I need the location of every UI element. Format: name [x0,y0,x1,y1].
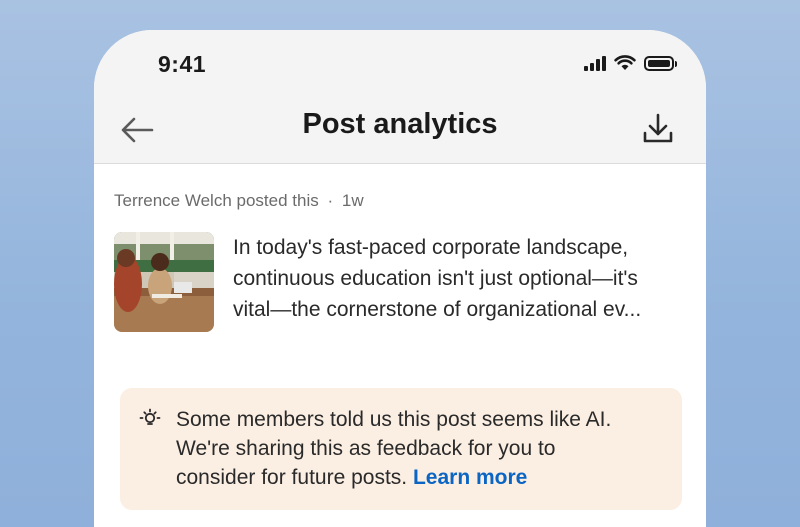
post-thumbnail[interactable] [114,232,214,332]
post-age: 1w [341,191,364,210]
notice-line-with-link: consider for future posts. Learn more [176,463,666,492]
author-line: Terrence Welch posted this [114,191,319,210]
notice-line: consider for future posts. [176,466,408,489]
status-icons [584,55,677,71]
notice-line: Some members told us this post seems lik… [176,408,612,431]
wifi-icon [614,55,636,70]
nav-bar: Post analytics [94,100,706,164]
post-text-line: In today's fast-paced corporate landscap… [233,236,629,259]
notice-line: We're sharing this as feedback for you t… [176,437,556,460]
status-bar: 9:41 [94,30,706,100]
post-text-line: continuous education isn't just optional… [233,267,638,290]
office-meeting-photo [114,232,214,332]
post-attribution: Terrence Welch posted this · 1w [114,191,364,211]
lightbulb-icon [139,408,161,425]
post-preview-text[interactable]: In today's fast-paced corporate landscap… [233,232,693,325]
post-analytics-content: Terrence Welch posted this · 1w In today… [94,164,706,527]
notice-message: Some members told us this post seems lik… [176,405,666,492]
download-icon[interactable] [638,108,678,150]
learn-more-link[interactable]: Learn more [413,466,527,489]
signal-icon [584,55,606,71]
ai-feedback-notice: Some members told us this post seems lik… [120,388,682,510]
battery-icon [644,55,677,71]
separator-dot: · [327,191,334,210]
phone-frame: 9:41 Post analytics Terrence Welch poste… [94,30,706,527]
page-title: Post analytics [302,108,498,140]
post-text-line: vital—the cornerstone of organizational … [233,298,642,321]
status-time: 9:41 [158,51,207,77]
